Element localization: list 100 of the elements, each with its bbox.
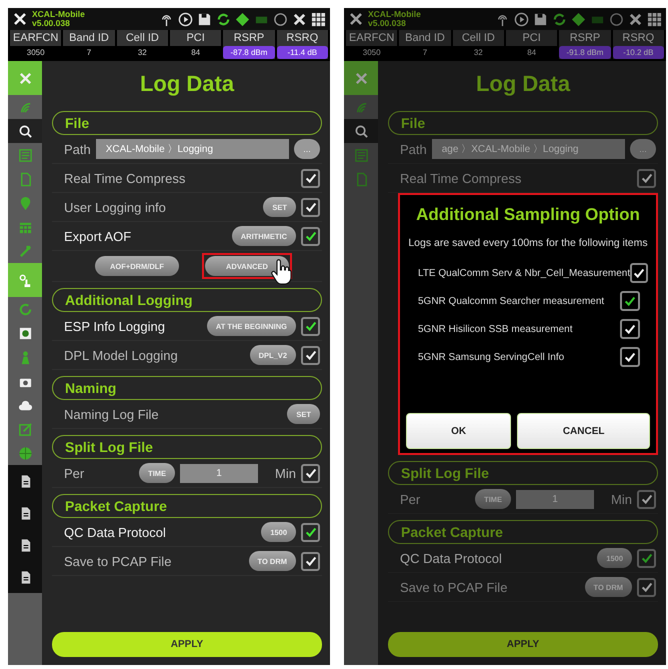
metric-label: PCI — [522, 31, 541, 46]
page-title: Log Data — [138, 71, 236, 97]
dialog-button[interactable]: OK — [406, 413, 512, 449]
checkbox[interactable] — [301, 552, 320, 570]
app-name: XCAL-Mobile — [368, 10, 421, 19]
apply-button[interactable]: APPLY — [388, 632, 658, 657]
record-icon[interactable] — [18, 326, 32, 340]
option-label: QC Data Protocol — [64, 524, 166, 540]
check-icon — [304, 554, 318, 568]
dialog-title: Additional Sampling Option — [415, 205, 641, 225]
metric-label: RSRP — [234, 31, 264, 46]
metric-label: RSRQ — [622, 31, 654, 46]
metric-value: 7 — [399, 46, 451, 59]
number-field[interactable]: 1 — [516, 490, 594, 508]
save-icon[interactable] — [197, 12, 212, 26]
checkbox[interactable] — [301, 226, 320, 246]
checkbox[interactable] — [301, 522, 320, 542]
sync-icon[interactable] — [552, 12, 567, 26]
wrench-icon[interactable] — [12, 11, 28, 27]
metric-label: RSRQ — [286, 31, 318, 46]
metric-value: -87.8 dBm — [223, 46, 275, 59]
option-label: User Logging info — [64, 200, 166, 214]
option-label: Export AOF — [64, 228, 132, 244]
per-label: Per — [400, 492, 420, 506]
option-label: 5GNR Samsung ServingCell Info — [418, 352, 564, 362]
cross-icon[interactable] — [628, 12, 643, 26]
option-label: DPL Model Logging — [64, 348, 178, 362]
sync-icon[interactable] — [216, 12, 231, 26]
cross-icon[interactable] — [292, 12, 307, 26]
section-header: Naming — [52, 376, 322, 400]
checkbox[interactable] — [630, 263, 648, 283]
metric-value: 32 — [116, 46, 168, 59]
section-header: Packet Capture — [388, 520, 658, 544]
play-icon[interactable] — [178, 12, 193, 26]
checkbox[interactable] — [301, 316, 320, 336]
diamond-icon[interactable] — [235, 12, 250, 26]
check-icon — [304, 229, 318, 243]
checkbox[interactable] — [301, 168, 320, 188]
section-header: Packet Capture — [52, 494, 322, 518]
checkbox[interactable] — [301, 198, 320, 216]
check-icon — [640, 580, 654, 594]
section-header: File — [388, 111, 658, 135]
circle-icon[interactable] — [609, 12, 624, 26]
option-label: Real Time Compress — [400, 170, 522, 186]
check-icon — [304, 171, 318, 185]
option-label: ESP Info Logging — [64, 318, 165, 334]
grid-icon[interactable] — [647, 12, 662, 26]
play-icon[interactable] — [514, 12, 529, 26]
unit-label: Min — [275, 466, 296, 480]
browse-button[interactable]: ... — [294, 139, 320, 159]
checkbox[interactable] — [637, 578, 656, 596]
metric-label: RSRP — [570, 31, 600, 46]
section-header: Additional Logging — [52, 288, 322, 312]
checkbox[interactable] — [637, 548, 656, 568]
path-field[interactable]: XCAL-Mobile 〉Logging — [96, 139, 289, 159]
checkbox[interactable] — [301, 346, 320, 364]
metric-value: -11.4 dB — [276, 46, 328, 59]
check-icon — [304, 319, 318, 333]
per-label: Per — [64, 466, 84, 480]
check-icon — [304, 200, 318, 214]
diamond-icon[interactable] — [571, 12, 586, 26]
apply-button[interactable]: APPLY — [52, 632, 322, 657]
app-name: XCAL-Mobile — [32, 10, 85, 19]
metric-value: 84 — [170, 46, 222, 59]
check-icon — [304, 466, 318, 480]
grid-icon[interactable] — [311, 12, 326, 26]
path-field[interactable]: age 〉XCAL-Mobile 〉Logging — [432, 139, 625, 159]
metric-value: 3050 — [10, 46, 62, 59]
circle-icon[interactable] — [273, 12, 288, 26]
dialog-button[interactable]: CANCEL — [517, 413, 650, 449]
hand-cursor-icon — [270, 259, 292, 285]
option-label: Naming Log File — [64, 406, 159, 422]
metric-label: PCI — [186, 31, 205, 46]
section-header: Split Log File — [52, 435, 322, 459]
checkbox[interactable] — [637, 490, 656, 508]
metric-value: -91.8 dBm — [559, 46, 611, 59]
number-field[interactable]: 1 — [180, 464, 258, 482]
metric-value: 3050 — [346, 46, 398, 59]
check-icon — [640, 551, 654, 565]
check-icon — [304, 525, 318, 539]
search-icon[interactable] — [18, 124, 32, 138]
metric-value: 7 — [63, 46, 115, 59]
metric-label: Band ID — [69, 31, 109, 46]
metric-label: Cell ID — [126, 31, 159, 46]
option-label: QC Data Protocol — [400, 550, 502, 566]
option-label: 5GNR Hisilicon SSB measurement — [418, 324, 572, 334]
wrench-icon[interactable] — [348, 11, 364, 27]
metric-label: Cell ID — [462, 31, 495, 46]
search-icon[interactable] — [354, 124, 368, 138]
section-header: File — [52, 111, 322, 135]
metric-label: EARFCN — [349, 31, 394, 46]
browse-button[interactable]: ... — [630, 139, 656, 159]
path-label: Path — [64, 142, 91, 156]
checkbox[interactable] — [301, 464, 320, 482]
check-icon — [640, 171, 654, 185]
checkbox[interactable] — [637, 168, 656, 188]
check-icon — [640, 492, 654, 506]
unit-label: Min — [611, 492, 632, 506]
save-icon[interactable] — [533, 12, 548, 26]
metric-value: -10.2 dB — [612, 46, 664, 59]
